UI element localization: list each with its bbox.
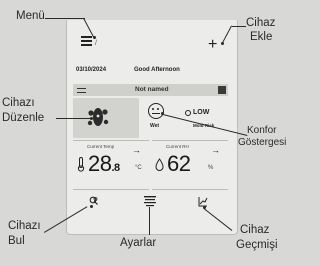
comfort-leader-dot xyxy=(161,112,164,115)
add-device-leader xyxy=(232,26,246,27)
temperature-trend-icon: → xyxy=(132,145,141,155)
mold-risk-level: LOW xyxy=(193,109,210,116)
temperature-unit: °C xyxy=(135,165,142,171)
thermometer-icon xyxy=(77,157,85,172)
temperature-card: Current Temp → 28.8 °C xyxy=(73,140,149,190)
add-device-leader-dot xyxy=(221,42,224,45)
date-label: 03/10/2024 xyxy=(76,67,107,73)
humidity-drop-icon xyxy=(155,158,164,171)
add-device-button[interactable]: + xyxy=(208,37,217,53)
find-device-leader-dot xyxy=(90,205,93,208)
menu-icon[interactable] xyxy=(81,36,92,48)
humidity-value: 62 xyxy=(167,151,191,176)
menu-leader-dot xyxy=(93,36,96,39)
settings-leader xyxy=(149,207,150,235)
comfort-indicator[interactable]: Wet LOW Mold Risk xyxy=(141,98,228,138)
device-bar-icon xyxy=(77,88,86,93)
temperature-value: 28.8 xyxy=(88,151,120,176)
device-header-bar[interactable]: Not named xyxy=(73,84,228,96)
comfort-callout-2: Göstergesi xyxy=(238,137,287,148)
humidity-unit: % xyxy=(208,165,214,171)
edit-device-leader xyxy=(56,118,91,119)
humidity-label: Current RH xyxy=(166,144,189,149)
history-leader-dot xyxy=(203,206,206,209)
edit-device-callout-1: Cihazı xyxy=(2,97,35,109)
add-device-callout-2: Ekle xyxy=(250,31,273,43)
menu-callout: Menü xyxy=(16,10,45,22)
mold-risk-icon xyxy=(185,110,191,116)
temperature-label: Current Temp xyxy=(87,144,115,149)
add-device-callout-1: Cihaz xyxy=(246,17,276,29)
comfort-face-icon xyxy=(148,103,164,119)
comfort-face-label: Wet xyxy=(150,123,160,129)
settings-callout: Ayarlar xyxy=(120,237,157,249)
history-callout-2: Geçmişi xyxy=(236,239,278,251)
edit-device-callout-2: Düzenle xyxy=(2,112,45,124)
history-callout-1: Cihaz xyxy=(240,224,270,236)
humidity-trend-icon: → xyxy=(211,145,220,155)
device-name: Not named xyxy=(135,86,169,93)
greeting-label: Good Afternoon xyxy=(134,67,180,73)
find-device-callout-2: Bul xyxy=(8,235,25,247)
menu-leader xyxy=(45,18,85,19)
find-device-callout-1: Cihazı xyxy=(8,220,41,232)
device-bar-toggle[interactable] xyxy=(218,86,226,94)
edit-device-leader-dot xyxy=(90,117,93,120)
comfort-callout-1: Konfor xyxy=(247,125,277,136)
settings-icon[interactable] xyxy=(144,196,156,207)
menu-mark: / xyxy=(95,40,97,47)
humidity-card: Current RH → 62 % xyxy=(152,140,228,190)
